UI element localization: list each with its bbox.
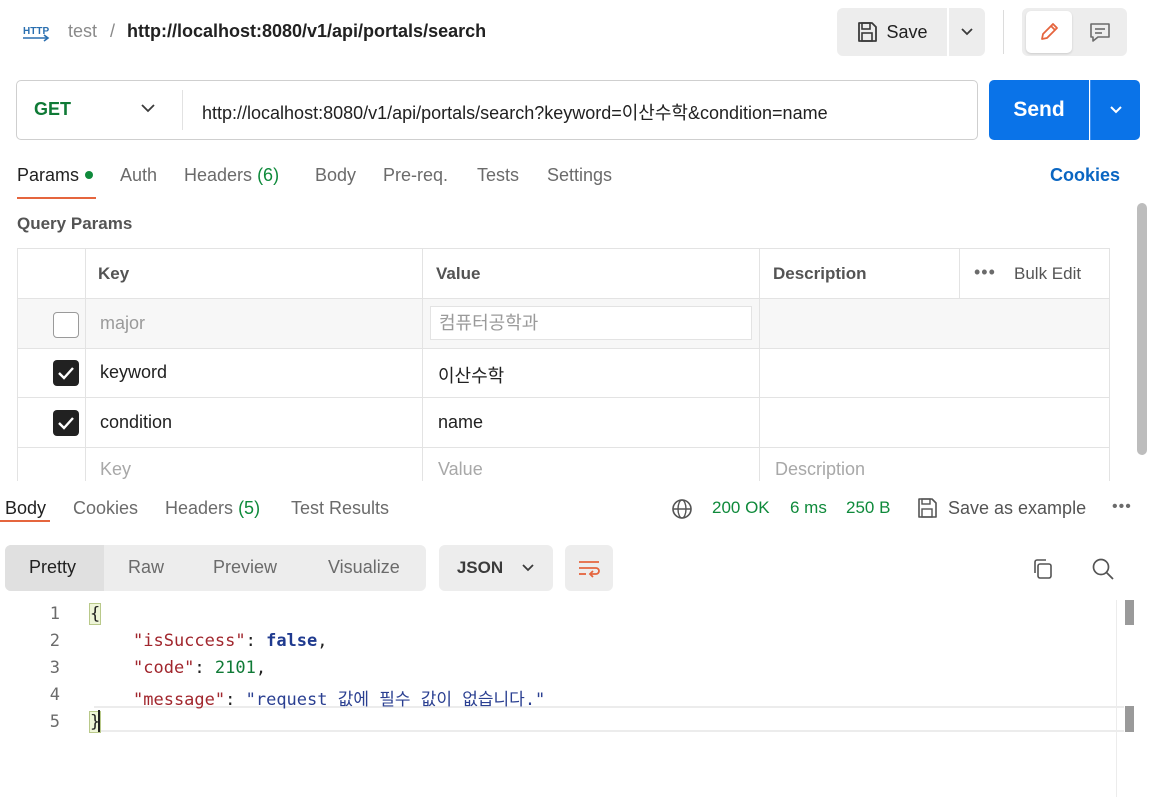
- tab-params[interactable]: Params: [17, 165, 94, 186]
- url-divider: [182, 90, 183, 130]
- column-header-value: Value: [436, 264, 481, 283]
- param-value[interactable]: name: [438, 412, 483, 433]
- save-label: Save: [886, 21, 928, 42]
- response-tab-headers[interactable]: Headers (5): [165, 498, 260, 519]
- comment-mode-button[interactable]: [1078, 11, 1122, 53]
- response-tab-cookies[interactable]: Cookies: [73, 498, 138, 519]
- format-raw[interactable]: Raw: [128, 557, 164, 578]
- more-options-icon[interactable]: •••: [974, 262, 996, 283]
- new-param-value[interactable]: Value: [438, 459, 483, 480]
- line-number: 3: [49, 658, 60, 678]
- response-time[interactable]: 6 ms: [790, 498, 827, 518]
- request-title[interactable]: http://localhost:8080/v1/api/portals/sea…: [127, 21, 486, 42]
- url-input[interactable]: http://localhost:8080/v1/api/portals/sea…: [202, 99, 828, 125]
- tab-body[interactable]: Body: [315, 165, 356, 186]
- save-icon: [918, 498, 937, 518]
- json-open-brace: {: [88, 603, 102, 625]
- save-as-example-button[interactable]: Save as example: [948, 498, 1086, 519]
- headers-count: (6): [257, 165, 280, 185]
- response-tab-test-results[interactable]: Test Results: [291, 498, 389, 519]
- code-scrollbar-marker: [1125, 706, 1134, 732]
- tab-settings[interactable]: Settings: [547, 165, 612, 186]
- chevron-down-icon[interactable]: [140, 98, 156, 118]
- new-param-description[interactable]: Description: [775, 459, 865, 480]
- format-preview[interactable]: Preview: [213, 557, 277, 578]
- line-number: 1: [49, 604, 60, 624]
- save-button[interactable]: Save: [837, 8, 947, 56]
- column-header-description: Description: [773, 264, 867, 283]
- line-number: 4: [49, 685, 60, 705]
- json-line-issuccess: "isSuccess": false,: [133, 631, 328, 651]
- checkmark-icon: [58, 367, 74, 380]
- checkmark-icon: [58, 417, 74, 430]
- response-active-tab-indicator: [0, 520, 50, 522]
- params-scrollbar[interactable]: [1137, 203, 1147, 455]
- bulk-edit-button[interactable]: Bulk Edit: [1014, 264, 1081, 284]
- breadcrumb-workspace[interactable]: test: [68, 21, 97, 42]
- more-options-icon[interactable]: •••: [1112, 498, 1132, 516]
- response-language-select[interactable]: JSON: [439, 545, 553, 591]
- save-icon: [858, 22, 878, 42]
- send-label: Send: [1013, 98, 1065, 121]
- breadcrumb-separator: /: [110, 21, 116, 41]
- comment-icon: [1090, 23, 1110, 42]
- language-label: JSON: [456, 558, 504, 577]
- tab-tests[interactable]: Tests: [477, 165, 519, 186]
- param-value-input[interactable]: 컴퓨터공학과: [430, 306, 752, 340]
- copy-icon[interactable]: [1031, 557, 1055, 581]
- response-size[interactable]: 250 B: [846, 498, 890, 518]
- column-header-key: Key: [98, 264, 130, 283]
- param-checkbox[interactable]: [53, 410, 79, 436]
- params-active-dot: [85, 171, 94, 180]
- param-checkbox[interactable]: [53, 360, 79, 386]
- param-value[interactable]: 이산수학: [438, 362, 504, 388]
- tab-auth[interactable]: Auth: [120, 165, 157, 186]
- chevron-down-icon: [1109, 106, 1122, 114]
- param-key[interactable]: keyword: [100, 362, 167, 383]
- param-key[interactable]: major: [100, 313, 145, 334]
- active-tab-indicator: [17, 197, 96, 199]
- format-pretty[interactable]: Pretty: [29, 557, 76, 578]
- search-icon[interactable]: [1091, 557, 1115, 581]
- save-options-button[interactable]: [949, 8, 985, 56]
- response-tab-body[interactable]: Body: [5, 498, 46, 519]
- send-button[interactable]: Send: [989, 80, 1089, 140]
- format-visualize[interactable]: Visualize: [328, 557, 400, 578]
- wrap-lines-button[interactable]: [565, 545, 613, 591]
- text-cursor: [98, 710, 100, 732]
- send-options-button[interactable]: [1090, 80, 1140, 140]
- new-param-key[interactable]: Key: [100, 459, 131, 480]
- status-code[interactable]: 200 OK: [712, 498, 770, 518]
- globe-icon[interactable]: [671, 498, 693, 520]
- wrap-lines-icon: [579, 561, 600, 578]
- method-select[interactable]: GET: [34, 99, 71, 120]
- http-request-icon: HTTP: [23, 26, 49, 42]
- chevron-down-icon: [522, 564, 534, 572]
- tab-pre-request[interactable]: Pre-req.: [383, 165, 448, 186]
- edit-mode-button[interactable]: [1026, 11, 1072, 53]
- line-number: 5: [49, 712, 60, 732]
- tab-headers[interactable]: Headers (6): [184, 165, 279, 186]
- cookies-link[interactable]: Cookies: [1050, 165, 1120, 186]
- pencil-icon: [1041, 23, 1058, 40]
- chevron-down-icon: [961, 28, 973, 36]
- param-key[interactable]: condition: [100, 412, 172, 433]
- toolbar-divider: [1003, 10, 1004, 54]
- param-checkbox[interactable]: [53, 312, 79, 338]
- query-params-table: Key Value Description ••• Bulk Edit majo…: [17, 248, 1110, 481]
- json-line-message: "message": "request 값에 필수 값이 없습니다.": [133, 690, 546, 710]
- response-headers-count: (5): [238, 498, 261, 518]
- query-params-title: Query Params: [17, 214, 133, 233]
- line-number: 2: [49, 631, 60, 651]
- code-scrollbar-thumb[interactable]: [1125, 600, 1134, 625]
- code-scroll-divider: [1116, 600, 1117, 797]
- json-line-code: "code": 2101,: [133, 658, 267, 678]
